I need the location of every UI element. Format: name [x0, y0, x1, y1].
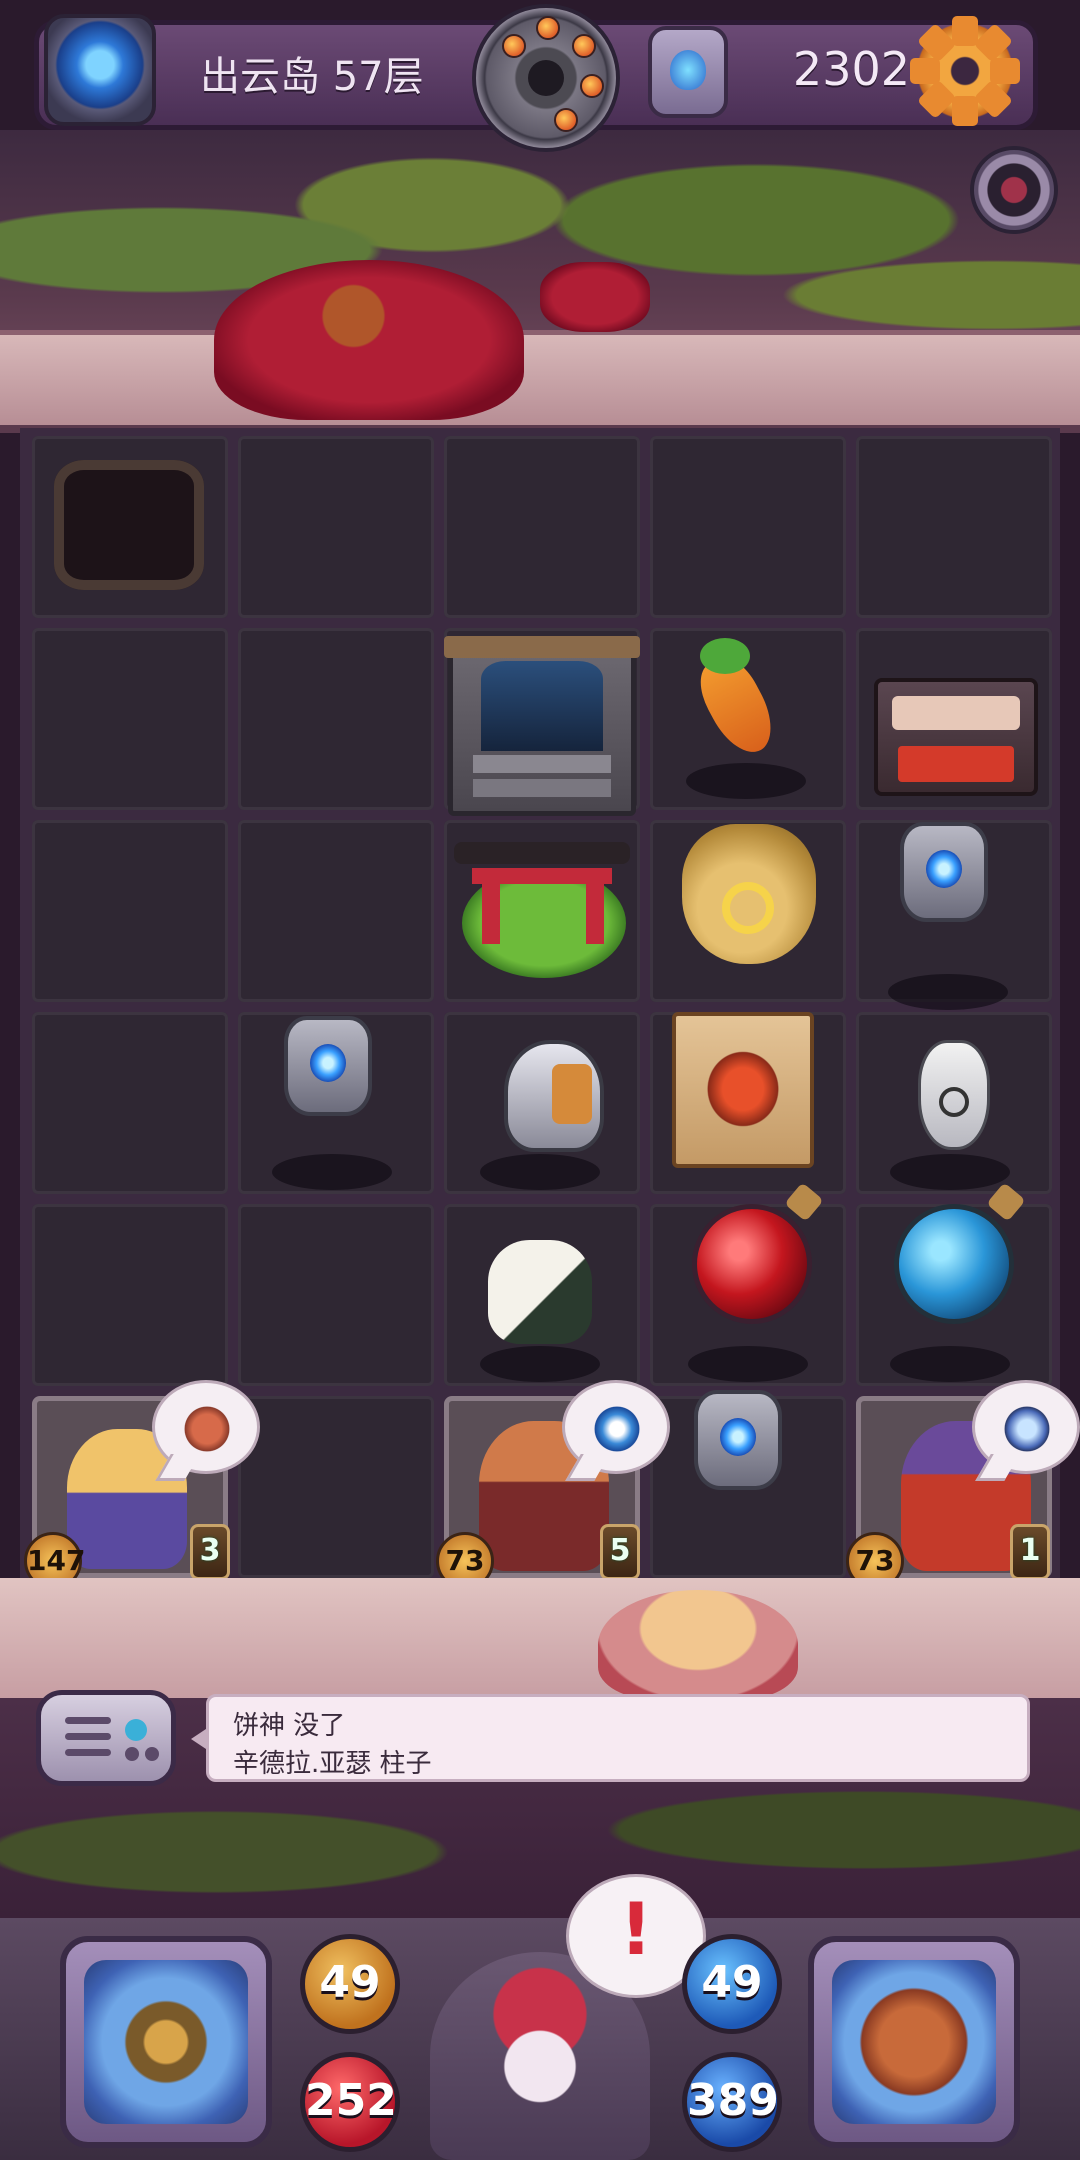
mana-stat: 389 [682, 2052, 782, 2152]
level-badge: 1 [1010, 1524, 1050, 1580]
speech-bubble[interactable] [972, 1380, 1080, 1474]
dialog-line: 饼神 没了 [233, 1711, 346, 1741]
crystal-icon [648, 26, 728, 118]
magic-attack-stat: 49 [682, 1934, 782, 2034]
medal-gem [572, 34, 596, 58]
board-cell[interactable] [32, 1204, 228, 1386]
torii-pillar [482, 868, 500, 944]
rune-stone-icon[interactable] [284, 1016, 372, 1116]
level-badge: 3 [190, 1524, 230, 1580]
boss-monster[interactable] [214, 260, 524, 420]
medal-icon[interactable] [472, 4, 620, 152]
broken-floor-cell[interactable] [32, 436, 228, 618]
dungeon-board: 147 3 73 5 73 1 [20, 428, 1080, 1590]
vortex-icon [591, 1403, 643, 1455]
torii-pillar [586, 868, 604, 944]
onigiri-icon[interactable] [488, 1240, 592, 1344]
board-cell[interactable] [238, 820, 434, 1002]
board-cell[interactable] [32, 628, 228, 810]
board-cell[interactable] [444, 436, 640, 618]
sake-bottle-icon[interactable] [918, 1040, 990, 1150]
attack-stat: 49 [300, 1934, 400, 2034]
rune-stone-icon[interactable] [900, 822, 988, 922]
gold-bag-icon[interactable] [682, 824, 816, 964]
shop-stall-icon[interactable] [874, 678, 1038, 796]
sand-path [0, 1578, 1080, 1698]
medal-gem [536, 16, 560, 40]
menu-button[interactable] [36, 1690, 176, 1786]
spellbook-icon [832, 1960, 996, 2124]
portal-icon[interactable] [44, 14, 156, 126]
dialog-box: 饼神 没了 辛德拉.亚瑟 柱子 [191, 1694, 1030, 1782]
shield-icon [1001, 1403, 1053, 1455]
speech-bubble[interactable] [562, 1380, 670, 1474]
shadow [688, 1346, 808, 1382]
board-cell[interactable] [32, 1012, 228, 1194]
health-potion-icon[interactable] [692, 1204, 812, 1324]
dialog-line: 辛德拉.亚瑟 柱子 [233, 1749, 432, 1779]
shadow [480, 1154, 600, 1190]
peach-creature[interactable] [598, 1590, 798, 1700]
fire-scroll-icon[interactable] [672, 1012, 814, 1168]
board-cell[interactable] [238, 1396, 434, 1578]
spellbook-button[interactable] [808, 1936, 1020, 2148]
medal-gem [502, 34, 526, 58]
shadow [890, 1154, 1010, 1190]
health-stat: 252 [300, 2052, 400, 2152]
avatar-icon[interactable] [970, 146, 1058, 234]
boss-claws [540, 262, 650, 332]
board-cell[interactable] [856, 436, 1052, 618]
gear-icon[interactable] [910, 16, 1020, 126]
mana-potion-icon[interactable] [894, 1204, 1014, 1324]
meat-icon [181, 1403, 233, 1455]
board-cell[interactable] [238, 436, 434, 618]
torii-gate-icon[interactable] [454, 842, 630, 864]
floor-label: 出云岛 57层 [200, 54, 424, 100]
board-cell[interactable] [32, 820, 228, 1002]
sand-ledge [0, 330, 1080, 433]
board-cell[interactable] [238, 628, 434, 810]
bomb-icon [528, 60, 564, 96]
medal-gem [554, 108, 578, 132]
board-cell[interactable] [238, 1204, 434, 1386]
shadow [272, 1154, 392, 1190]
stairs-down-icon[interactable] [448, 638, 636, 816]
board-cell[interactable] [650, 436, 846, 618]
speech-bubble[interactable] [152, 1380, 260, 1474]
compass-skill-button[interactable] [60, 1936, 272, 2148]
wood-plank [444, 636, 640, 658]
level-badge: 5 [600, 1524, 640, 1580]
exclamation-icon: ! [619, 1887, 653, 1971]
shadow [890, 1346, 1010, 1382]
shadow [480, 1346, 600, 1382]
gold-counter: 2302 [792, 42, 910, 96]
carrot-leaves [700, 638, 750, 674]
medal-gem [580, 74, 604, 98]
knight-helmet-icon[interactable] [504, 1040, 604, 1152]
shadow [888, 974, 1008, 1010]
rune-stone-icon[interactable] [694, 1390, 782, 1490]
shadow [686, 763, 806, 799]
compass-icon [84, 1960, 248, 2124]
